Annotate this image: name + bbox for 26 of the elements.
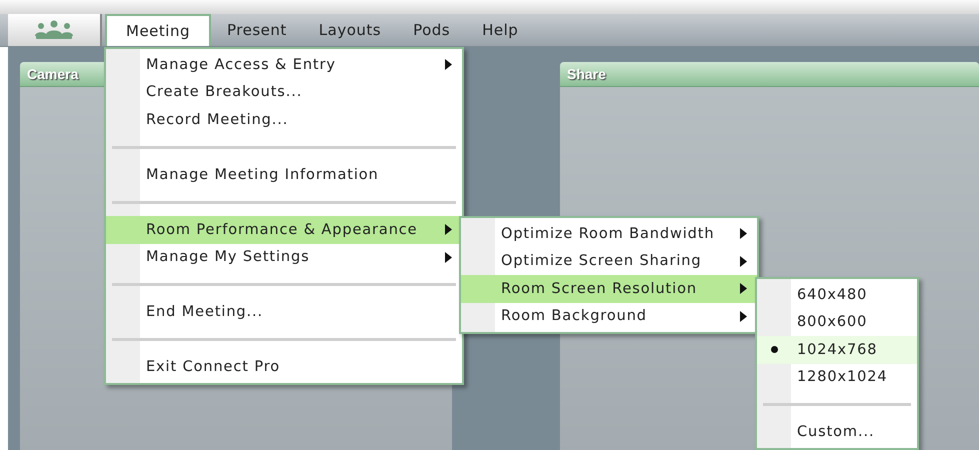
menu-item[interactable]: Manage My Settings: [106, 244, 462, 271]
menu-bar-item[interactable]: Present: [211, 14, 303, 46]
radio-dot-icon: [771, 346, 778, 354]
menu-item[interactable]: 1280x1024: [757, 364, 917, 391]
pod-title: Camera: [27, 66, 78, 82]
menu-item[interactable]: Custom...: [757, 418, 917, 446]
menu-bar-item[interactable]: Meeting: [105, 14, 211, 46]
menu-item[interactable]: 800x600: [757, 308, 917, 336]
menu-item[interactable]: 1024x768: [757, 336, 917, 364]
menu-item[interactable]: Create Breakouts...: [106, 78, 462, 106]
menu-item[interactable]: 640x480: [757, 281, 917, 308]
menu-bar-item[interactable]: Layouts: [302, 14, 398, 46]
menu-bar-item[interactable]: Help: [466, 14, 534, 46]
menu-item[interactable]: Record Meeting...: [106, 106, 462, 134]
menu-item[interactable]: Manage Access & Entry: [106, 51, 462, 78]
menu-item[interactable]: End Meeting...: [106, 298, 462, 326]
menu-item[interactable]: Exit Connect Pro: [106, 354, 462, 381]
pod-title: Share: [567, 66, 606, 82]
menu-bar-item[interactable]: Pods: [397, 14, 466, 46]
menu-item[interactable]: Optimize Screen Sharing: [461, 248, 757, 275]
menu-item[interactable]: Manage Meeting Information: [106, 161, 462, 188]
menu-item[interactable]: Room Screen Resolution: [461, 275, 757, 302]
menu-item[interactable]: Optimize Room Bandwidth: [461, 220, 757, 248]
menu-item[interactable]: Room Background: [461, 302, 757, 330]
menu-item[interactable]: Room Performance & Appearance: [106, 216, 462, 244]
logo-icon[interactable]: [8, 14, 102, 46]
